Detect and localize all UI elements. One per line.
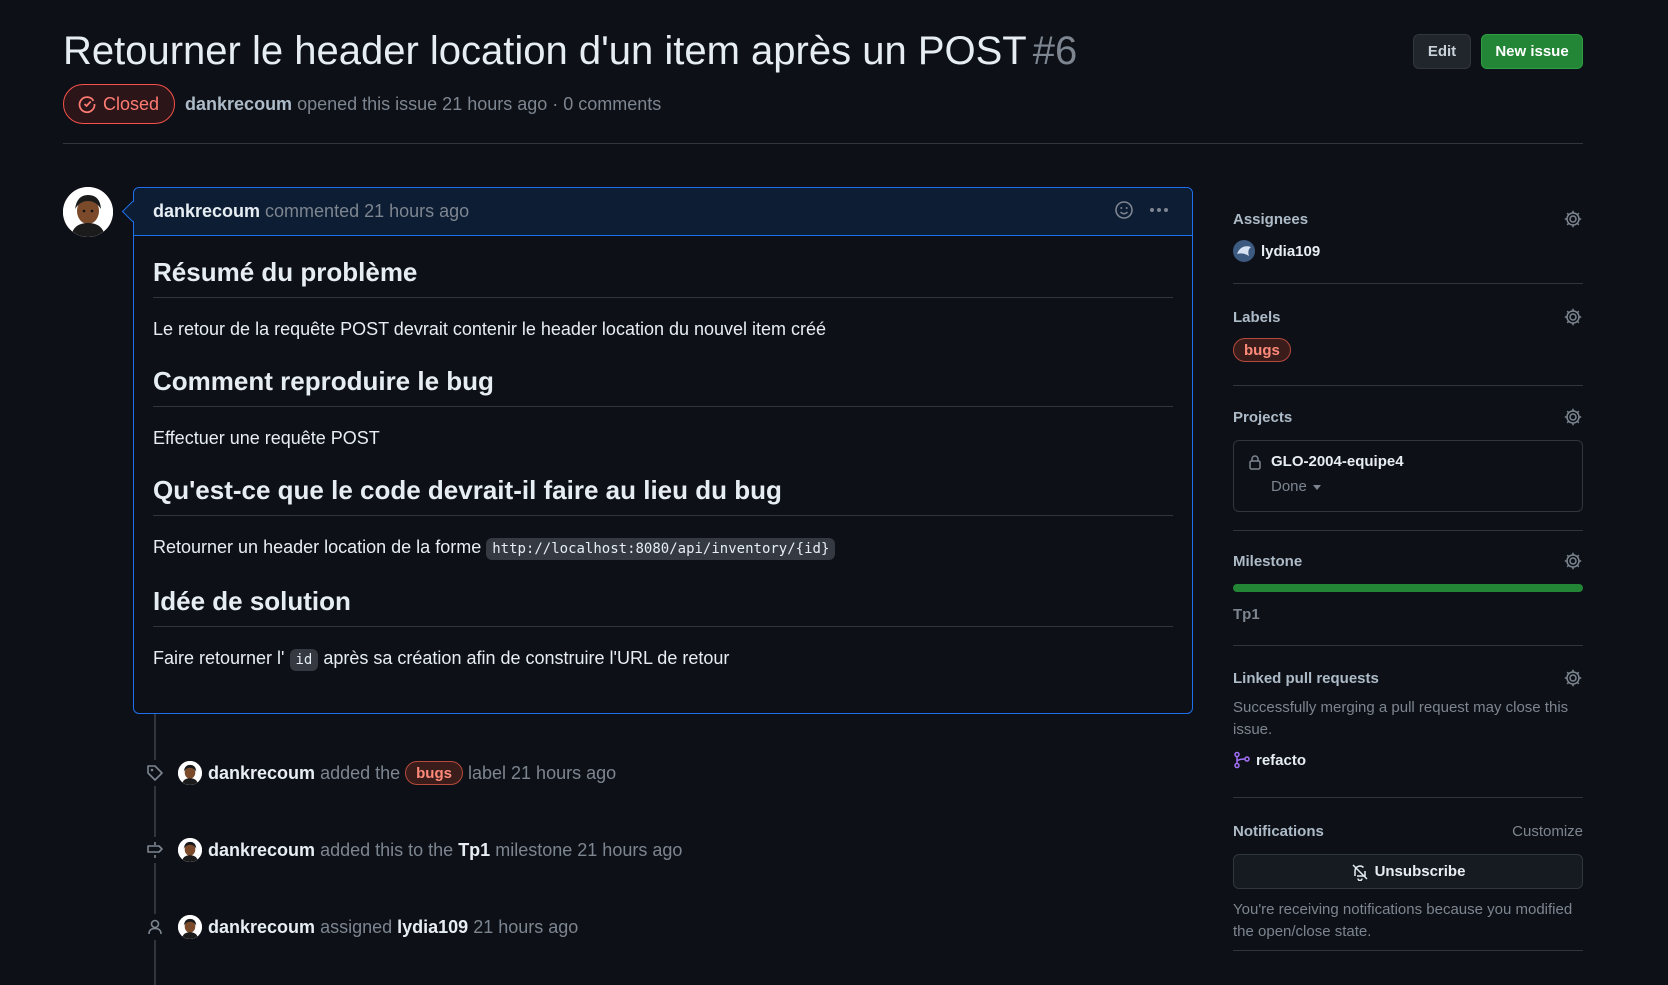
inline-code: id (289, 649, 319, 671)
event-author-link[interactable]: dankrecoum (208, 917, 315, 938)
event-text: assigned (320, 916, 393, 937)
event-time[interactable]: 21 hours ago (511, 763, 616, 784)
assignee-link[interactable]: lydia109 (1261, 243, 1320, 260)
sidebar-linked-prs: Linked pull requests Successfully mergin… (1233, 667, 1583, 769)
sidebar-heading: Assignees (1233, 210, 1309, 228)
triangle-down-icon (1312, 485, 1321, 490)
sidebar-heading: Milestone (1233, 552, 1303, 570)
kebab-horizontal-icon[interactable] (1148, 200, 1170, 220)
avatar[interactable] (178, 838, 202, 862)
project-card[interactable]: GLO-2004-equipe4 Done (1233, 440, 1583, 512)
avatar[interactable] (178, 761, 202, 785)
event-text: added the (320, 762, 401, 783)
sidebar-divider (1233, 797, 1583, 798)
sidebar-heading: Labels (1233, 308, 1281, 326)
issue-page: Retourner le header location d'un item a… (0, 0, 1668, 985)
label-bugs[interactable]: bugs (1233, 338, 1291, 362)
gear-icon[interactable] (1563, 209, 1583, 229)
event-text: label (467, 762, 507, 783)
milestone-progress-bar (1233, 584, 1583, 592)
avatar[interactable] (1233, 240, 1255, 262)
milestone-icon (147, 842, 163, 858)
sidebar-heading: Linked pull requests (1233, 669, 1379, 687)
tag-icon (147, 765, 163, 781)
sidebar-projects: Projects GLO-2004-equipe4 Done (1233, 406, 1583, 512)
issue-author-link[interactable]: dankrecoum (185, 94, 292, 115)
git-branch-icon (1234, 751, 1250, 769)
issue-title-text: Retourner le header location d'un item a… (63, 29, 1027, 73)
sidebar-heading: Notifications (1233, 822, 1324, 840)
event-author-link[interactable]: dankrecoum (208, 840, 315, 861)
gear-icon[interactable] (1563, 551, 1583, 571)
project-status: Done (1271, 478, 1307, 495)
notification-reason: You're receiving notifications because y… (1233, 901, 1573, 940)
gear-icon[interactable] (1563, 307, 1583, 327)
assignee-link[interactable]: lydia109 (397, 917, 468, 938)
avatar[interactable] (178, 915, 202, 939)
sidebar-notifications: Notifications Customize Unsubscribe You'… (1233, 820, 1583, 943)
sidebar-milestone: Milestone Tp1 (1233, 550, 1583, 626)
linked-prs-help: Successfully merging a pull request may … (1233, 699, 1569, 738)
branch-link[interactable]: refacto (1256, 752, 1306, 769)
section-paragraph: Faire retourner l' id après sa création … (153, 645, 1173, 673)
event-author-link[interactable]: dankrecoum (208, 763, 315, 784)
bell-slash-icon (1352, 863, 1368, 881)
avatar[interactable] (63, 187, 113, 237)
smiley-icon[interactable] (1114, 200, 1134, 220)
milestone-link[interactable]: Tp1 (1233, 606, 1260, 623)
timeline-event: dankrecoum assigned lydia109 21 hours ag… (142, 912, 578, 942)
section-heading: Résumé du problème (153, 255, 1173, 298)
sidebar-divider (1233, 385, 1583, 386)
issue-number: #6 (1032, 29, 1078, 73)
edit-button[interactable]: Edit (1413, 34, 1471, 69)
customize-link[interactable]: Customize (1512, 823, 1583, 840)
sidebar-divider (1233, 645, 1583, 646)
sidebar-divider (1233, 950, 1583, 951)
comment-header: dankrecoum commented 21 hours ago (134, 188, 1192, 236)
comment-timestamp[interactable]: commented 21 hours ago (265, 201, 469, 222)
event-time[interactable]: 21 hours ago (577, 840, 682, 861)
event-text: milestone (495, 839, 573, 860)
section-text: Effectuer une requête POST (153, 428, 380, 448)
comment-author-link[interactable]: dankrecoum (153, 201, 260, 222)
sidebar-divider (1233, 530, 1583, 531)
project-link[interactable]: GLO-2004-equipe4 (1271, 453, 1404, 470)
issue-closed-icon (78, 96, 96, 114)
status-label: Closed (103, 93, 160, 114)
inline-code: http://localhost:8080/api/inventory/{id} (486, 538, 836, 560)
section-text: Le retour de la requête POST devrait con… (153, 319, 827, 339)
unsubscribe-button[interactable]: Unsubscribe (1233, 854, 1583, 889)
sidebar-labels: Labels bugs (1233, 306, 1583, 362)
event-time[interactable]: 21 hours ago (473, 917, 578, 938)
section-paragraph: Retourner un header location de la forme… (153, 534, 1173, 562)
sidebar-divider (1233, 283, 1583, 284)
new-issue-button[interactable]: New issue (1481, 34, 1583, 69)
section-text: après sa création afin de construire l'U… (323, 648, 730, 668)
comment-body: Résumé du problème Le retour de la requê… (134, 255, 1192, 673)
event-text: added this to the (320, 839, 454, 860)
section-heading: Idée de solution (153, 584, 1173, 627)
unsubscribe-label: Unsubscribe (1374, 863, 1466, 880)
gear-icon[interactable] (1563, 407, 1583, 427)
section-text: Retourner un header location de la forme (153, 537, 482, 557)
header-divider (63, 143, 1583, 144)
section-heading: Comment reproduire le bug (153, 364, 1173, 407)
issue-opened-text: opened this issue 21 hours ago · 0 comme… (297, 93, 662, 114)
lock-icon (1249, 454, 1261, 470)
label-bugs[interactable]: bugs (405, 761, 463, 785)
sidebar-assignees: Assignees lydia109 (1233, 208, 1583, 262)
timeline-event: dankrecoum added this to the Tp1 milesto… (142, 835, 682, 865)
section-heading: Qu'est-ce que le code devrait-il faire a… (153, 473, 1173, 516)
status-badge: Closed (63, 84, 176, 124)
issue-meta: Closed dankrecoum opened this issue 21 h… (63, 84, 661, 124)
issue-comment: dankrecoum commented 21 hours ago Résumé… (133, 187, 1193, 714)
person-icon (148, 919, 162, 935)
timeline-event: dankrecoum added the bugs label 21 hours… (142, 758, 616, 788)
milestone-link[interactable]: Tp1 (458, 840, 490, 861)
project-status-dropdown[interactable]: Done (1271, 476, 1568, 498)
sidebar-heading: Projects (1233, 408, 1293, 426)
section-text: Faire retourner l' (153, 648, 285, 668)
gear-icon[interactable] (1563, 668, 1583, 688)
issue-title: Retourner le header location d'un item a… (63, 24, 1077, 78)
